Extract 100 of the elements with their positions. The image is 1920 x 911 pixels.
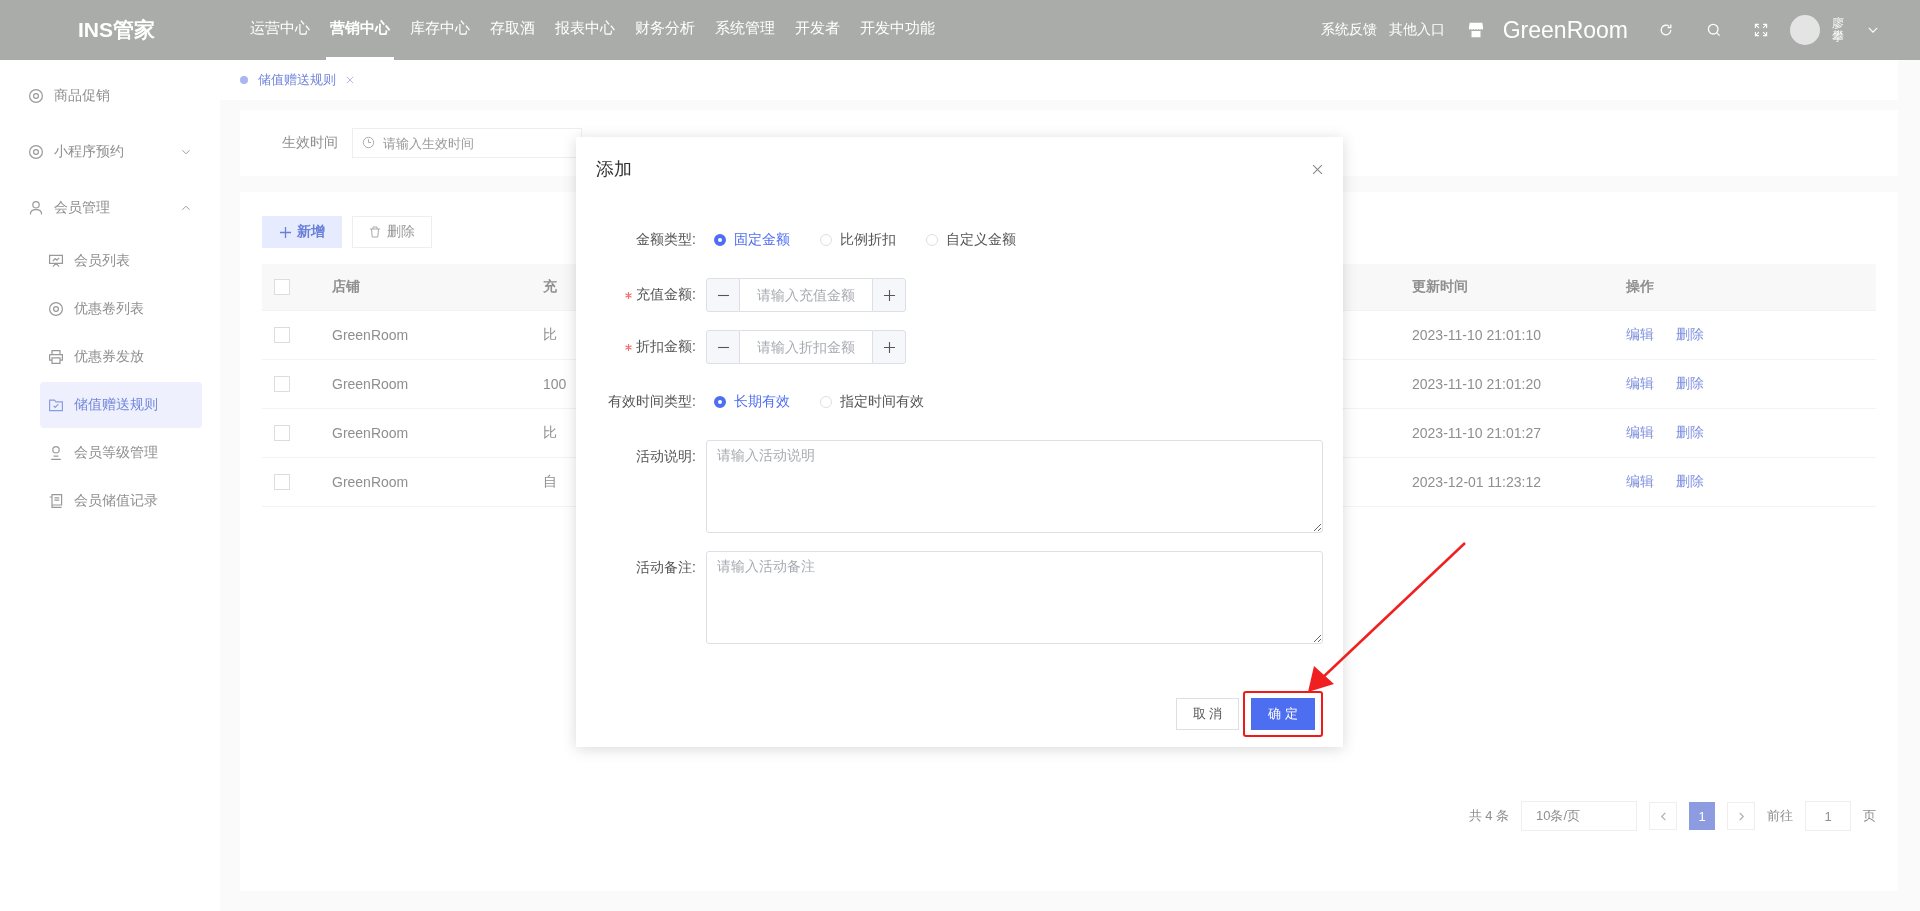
nav-tab[interactable]: 库存中心 xyxy=(406,0,474,60)
close-icon[interactable] xyxy=(1312,163,1323,175)
sidebar-item[interactable]: 会员列表 xyxy=(40,238,202,284)
decrement-button[interactable] xyxy=(706,330,740,364)
column-header: 更新时间 xyxy=(1412,278,1468,296)
checkbox[interactable] xyxy=(274,474,290,490)
plus-icon xyxy=(883,289,895,301)
radio-option[interactable]: 长期有效 xyxy=(714,393,790,411)
sidebar-item[interactable]: 商品促销 xyxy=(0,68,220,124)
table-cell: GreenRoom xyxy=(332,376,409,392)
table-cell: 比 xyxy=(543,424,557,442)
person-icon xyxy=(48,445,64,461)
number-field[interactable]: 请输入折扣金额 xyxy=(740,330,872,364)
field-label: 折扣金额: xyxy=(636,338,696,356)
delete-button[interactable]: 删除 xyxy=(352,216,432,248)
sidebar-item[interactable]: 优惠卷列表 xyxy=(40,286,202,332)
sidebar-item[interactable]: 优惠券发放 xyxy=(40,334,202,380)
cancel-button[interactable]: 取 消 xyxy=(1175,698,1240,730)
logo: INS管家 xyxy=(77,17,156,43)
trash-icon xyxy=(369,226,381,238)
column-header: 店铺 xyxy=(332,278,360,296)
field-label: 有效时间类型: xyxy=(608,393,696,411)
radio-option[interactable]: 指定时间有效 xyxy=(820,393,924,411)
delete-link[interactable]: 删除 xyxy=(1676,473,1704,491)
table-cell: 2023-11-10 21:01:27 xyxy=(1412,425,1541,441)
nav-tab[interactable]: 运营中心 xyxy=(246,0,314,60)
edit-link[interactable]: 编辑 xyxy=(1626,424,1654,442)
search-icon[interactable] xyxy=(1706,22,1722,38)
checkbox[interactable] xyxy=(274,327,290,343)
table-cell: GreenRoom xyxy=(332,327,409,343)
goto-label: 前往 xyxy=(1767,807,1793,825)
presentation-board-icon xyxy=(48,253,64,269)
text-area[interactable]: 请输入活动说明 xyxy=(706,440,1323,533)
chevron-left-icon xyxy=(1658,811,1668,821)
number-field[interactable]: 请输入充值金额 xyxy=(740,278,872,312)
edit-link[interactable]: 编辑 xyxy=(1626,473,1654,491)
edit-link[interactable]: 编辑 xyxy=(1626,326,1654,344)
plus-icon xyxy=(279,226,291,238)
column-header: 操作 xyxy=(1626,278,1654,296)
plus-icon xyxy=(883,341,895,353)
page-size-select[interactable]: 10条/页 xyxy=(1521,801,1637,831)
user-icon xyxy=(28,200,44,216)
increment-button[interactable] xyxy=(872,330,906,364)
refresh-icon[interactable] xyxy=(1658,22,1674,38)
nav-tab[interactable]: 系统管理 xyxy=(711,0,779,60)
next-page-button[interactable] xyxy=(1727,802,1755,830)
chevron-right-icon xyxy=(1736,811,1746,821)
sidebar-item[interactable]: 会员等级管理 xyxy=(40,430,202,476)
printer-icon xyxy=(48,349,64,365)
target-icon xyxy=(28,144,44,160)
close-icon[interactable] xyxy=(346,76,354,84)
nav-tab[interactable]: 开发中功能 xyxy=(856,0,939,60)
dialog-title: 添加 xyxy=(596,158,632,181)
clock-icon xyxy=(362,136,375,149)
nav-tab[interactable]: 报表中心 xyxy=(551,0,619,60)
avatar[interactable] xyxy=(1790,15,1820,45)
radio-option[interactable]: 自定义金额 xyxy=(926,231,1016,249)
checkbox[interactable] xyxy=(274,376,290,392)
nav-tab[interactable]: 存取酒 xyxy=(486,0,539,60)
radio-option[interactable]: 固定金额 xyxy=(714,231,790,249)
add-button[interactable]: 新增 xyxy=(262,216,342,248)
nav-tab[interactable]: 开发者 xyxy=(791,0,844,60)
field-label: 活动备注: xyxy=(636,559,696,577)
confirm-button[interactable]: 确 定 xyxy=(1251,698,1315,730)
checkbox[interactable] xyxy=(274,279,290,295)
target-icon xyxy=(28,88,44,104)
page-number[interactable]: 1 xyxy=(1689,802,1715,830)
fullscreen-icon[interactable] xyxy=(1754,23,1768,37)
target-icon xyxy=(48,301,64,317)
user-name[interactable]: 廖攀 xyxy=(1832,16,1844,44)
shop-icon xyxy=(1466,21,1485,39)
total-count: 共 4 条 xyxy=(1468,807,1509,825)
table-cell: GreenRoom xyxy=(332,425,409,441)
sidebar-item[interactable]: 储值赠送规则 xyxy=(40,382,202,428)
decrement-button[interactable] xyxy=(706,278,740,312)
delete-link[interactable]: 删除 xyxy=(1676,424,1704,442)
page-input[interactable]: 1 xyxy=(1805,801,1851,831)
store-name[interactable]: GreenRoom xyxy=(1502,16,1628,44)
text-area[interactable]: 请输入活动备注 xyxy=(706,551,1323,644)
document-icon xyxy=(48,493,64,509)
table-cell: 2023-11-10 21:01:10 xyxy=(1412,327,1541,343)
delete-link[interactable]: 删除 xyxy=(1676,326,1704,344)
header-link[interactable]: 其他入口 xyxy=(1388,21,1445,39)
table-cell: 2023-11-10 21:01:20 xyxy=(1412,376,1541,392)
delete-link[interactable]: 删除 xyxy=(1676,375,1704,393)
sidebar-item[interactable]: 会员储值记录 xyxy=(40,478,202,524)
dot-icon xyxy=(240,76,248,84)
checkbox[interactable] xyxy=(274,425,290,441)
previous-page-button[interactable] xyxy=(1649,802,1677,830)
radio-option[interactable]: 比例折扣 xyxy=(820,231,896,249)
sidebar-item[interactable]: 小程序预约 xyxy=(0,124,220,180)
edit-link[interactable]: 编辑 xyxy=(1626,375,1654,393)
date-field[interactable]: 请输入生效时间 xyxy=(352,128,582,158)
header-link[interactable]: 系统反馈 xyxy=(1320,21,1377,39)
sidebar-item[interactable]: 会员管理 xyxy=(0,180,220,236)
increment-button[interactable] xyxy=(872,278,906,312)
table-cell: 比 xyxy=(543,326,557,344)
table-cell: 100 xyxy=(543,376,567,392)
page-tab[interactable]: 储值赠送规则 xyxy=(240,71,354,89)
nav-tab[interactable]: 财务分析 xyxy=(631,0,699,60)
